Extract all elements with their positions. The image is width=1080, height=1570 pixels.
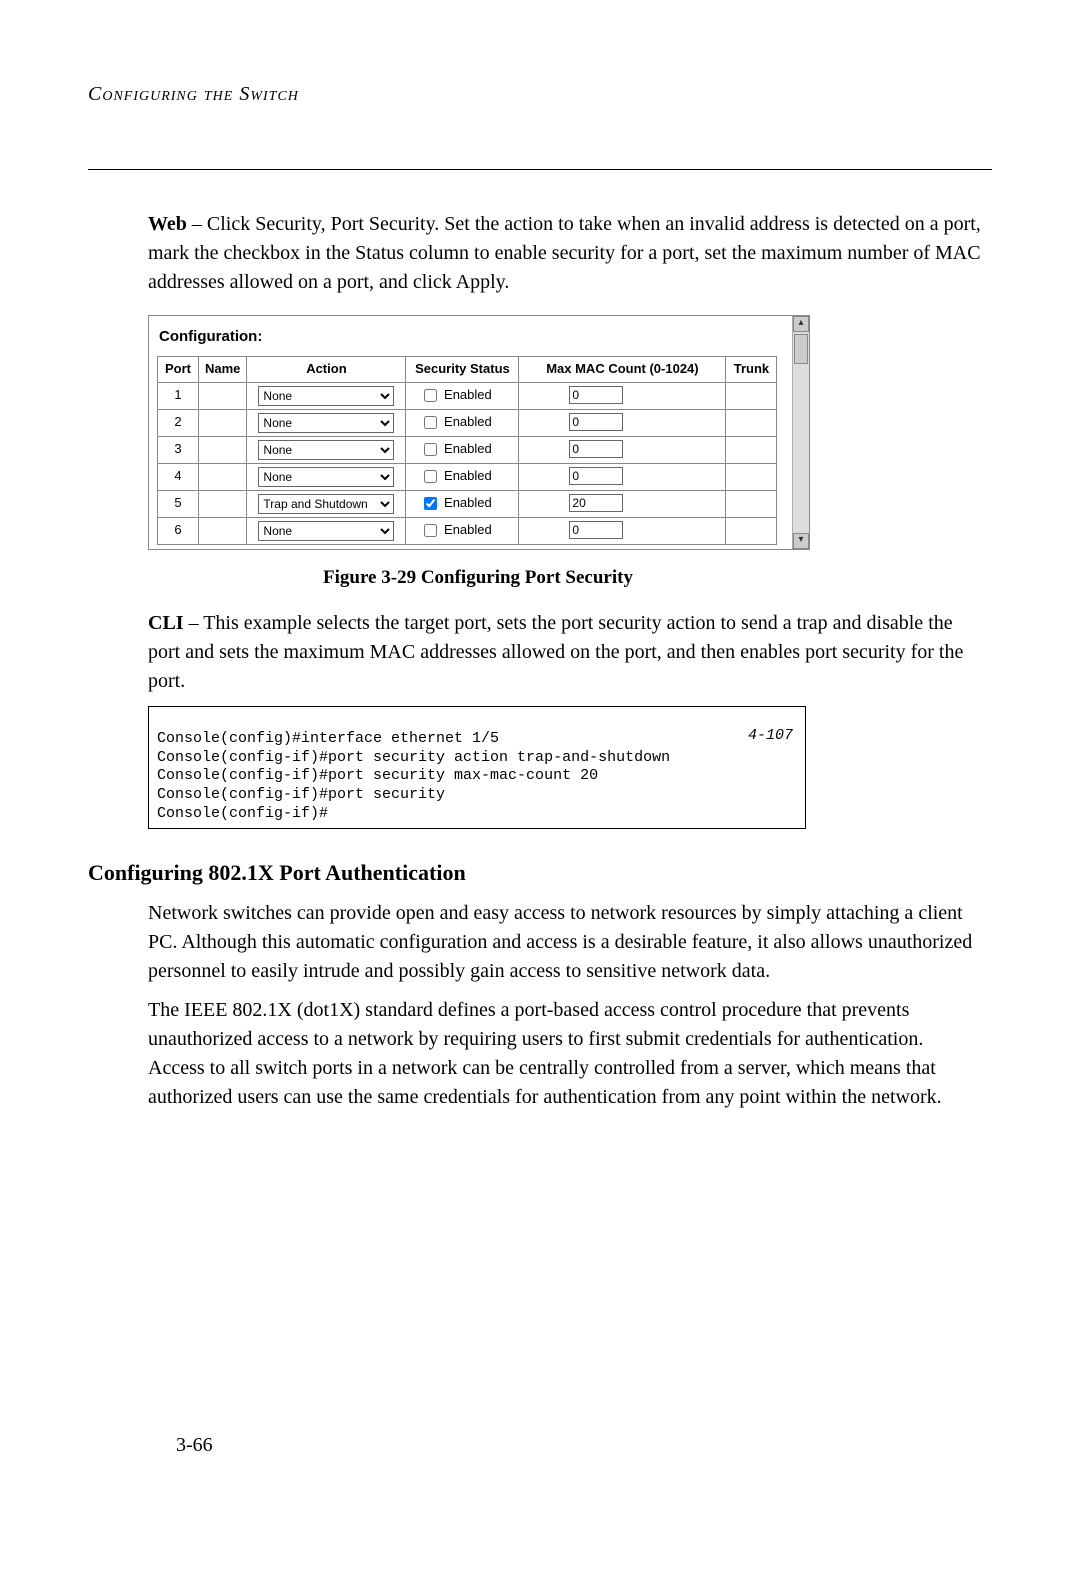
table-header-row: Port Name Action Security Status Max MAC… [158, 356, 777, 382]
section-body-p2: The IEEE 802.1X (dot1X) standard defines… [148, 996, 982, 1112]
max-cell [519, 463, 726, 490]
scroll-up-button[interactable]: ▴ [793, 316, 809, 332]
port-cell: 2 [158, 409, 199, 436]
action-cell: NoneTrapShutdownTrap and Shutdown [247, 490, 406, 517]
enabled-checkbox[interactable] [424, 443, 437, 456]
max-mac-input[interactable] [569, 386, 623, 404]
table-row: 5 NoneTrapShutdownTrap and Shutdown Enabl… [158, 490, 777, 517]
max-cell [519, 436, 726, 463]
port-cell: 6 [158, 517, 199, 544]
header-rule [88, 169, 992, 170]
cli-page-ref: 4-107 [748, 727, 793, 746]
figure-caption: Figure 3-29 Configuring Port Security [148, 564, 808, 592]
page-number: 3-66 [176, 1431, 213, 1460]
enabled-checkbox[interactable] [424, 470, 437, 483]
trunk-cell [726, 490, 777, 517]
name-cell [199, 517, 247, 544]
status-cell: Enabled [406, 463, 519, 490]
table-row: 6 NoneTrapShutdownTrap and Shutdown Enabl… [158, 517, 777, 544]
enabled-label: Enabled [440, 387, 491, 402]
enabled-checkbox[interactable] [424, 497, 437, 510]
enabled-checkbox[interactable] [424, 524, 437, 537]
col-max: Max MAC Count (0-1024) [519, 356, 726, 382]
action-cell: NoneTrapShutdownTrap and Shutdown [247, 382, 406, 409]
running-head: Configuring the Switch [88, 80, 992, 109]
max-cell [519, 382, 726, 409]
name-cell [199, 463, 247, 490]
panel-title: Configuration: [149, 316, 809, 356]
port-security-figure: Configuration: Port Name Action Security… [148, 315, 992, 550]
section-heading: Configuring 802.1X Port Authentication [88, 857, 992, 889]
max-cell [519, 490, 726, 517]
port-cell: 4 [158, 463, 199, 490]
action-cell: NoneTrapShutdownTrap and Shutdown [247, 517, 406, 544]
name-cell [199, 409, 247, 436]
action-select[interactable]: NoneTrapShutdownTrap and Shutdown [258, 521, 394, 541]
status-cell: Enabled [406, 382, 519, 409]
enabled-label: Enabled [440, 414, 491, 429]
max-mac-input[interactable] [569, 413, 623, 431]
configuration-panel: Configuration: Port Name Action Security… [148, 315, 810, 550]
status-cell: Enabled [406, 409, 519, 436]
action-select[interactable]: NoneTrapShutdownTrap and Shutdown [258, 440, 394, 460]
name-cell [199, 382, 247, 409]
col-port: Port [158, 356, 199, 382]
max-mac-input[interactable] [569, 467, 623, 485]
web-lead: Web [148, 213, 187, 235]
action-select[interactable]: NoneTrapShutdownTrap and Shutdown [258, 494, 394, 514]
cli-lead: CLI [148, 612, 184, 634]
enabled-label: Enabled [440, 441, 491, 456]
action-select[interactable]: NoneTrapShutdownTrap and Shutdown [258, 386, 394, 406]
status-cell: Enabled [406, 436, 519, 463]
max-cell [519, 517, 726, 544]
web-text: – Click Security, Port Security. Set the… [148, 213, 981, 293]
port-cell: 3 [158, 436, 199, 463]
name-cell [199, 436, 247, 463]
enabled-label: Enabled [440, 522, 491, 537]
cli-code-block: Console(config)#interface ethernet 1/5 C… [148, 706, 806, 829]
trunk-cell [726, 409, 777, 436]
enabled-checkbox[interactable] [424, 389, 437, 402]
action-select[interactable]: NoneTrapShutdownTrap and Shutdown [258, 467, 394, 487]
action-cell: NoneTrapShutdownTrap and Shutdown [247, 463, 406, 490]
col-name: Name [199, 356, 247, 382]
scroll-down-button[interactable]: ▾ [793, 533, 809, 549]
table-row: 4 NoneTrapShutdownTrap and Shutdown Enabl… [158, 463, 777, 490]
section-body: Network switches can provide open and ea… [148, 899, 982, 1112]
table-row: 2 NoneTrapShutdownTrap and Shutdown Enabl… [158, 409, 777, 436]
scroll-thumb[interactable] [794, 334, 808, 364]
cli-paragraph: CLI – This example selects the target po… [148, 609, 982, 696]
trunk-cell [726, 463, 777, 490]
enabled-label: Enabled [440, 495, 491, 510]
status-cell: Enabled [406, 517, 519, 544]
max-mac-input[interactable] [569, 494, 623, 512]
action-select[interactable]: NoneTrapShutdownTrap and Shutdown [258, 413, 394, 433]
port-cell: 1 [158, 382, 199, 409]
name-cell [199, 490, 247, 517]
enabled-label: Enabled [440, 468, 491, 483]
max-mac-input[interactable] [569, 440, 623, 458]
trunk-cell [726, 436, 777, 463]
vertical-scrollbar[interactable]: ▴ ▾ [792, 316, 809, 549]
trunk-cell [726, 382, 777, 409]
max-mac-input[interactable] [569, 521, 623, 539]
max-cell [519, 409, 726, 436]
action-cell: NoneTrapShutdownTrap and Shutdown [247, 409, 406, 436]
col-action: Action [247, 356, 406, 382]
enabled-checkbox[interactable] [424, 416, 437, 429]
status-cell: Enabled [406, 490, 519, 517]
table-row: 3 NoneTrapShutdownTrap and Shutdown Enabl… [158, 436, 777, 463]
col-status: Security Status [406, 356, 519, 382]
col-trunk: Trunk [726, 356, 777, 382]
section-body-p1: Network switches can provide open and ea… [148, 899, 982, 986]
cli-text: – This example selects the target port, … [148, 612, 963, 692]
web-paragraph: Web – Click Security, Port Security. Set… [148, 210, 982, 297]
port-security-table: Port Name Action Security Status Max MAC… [157, 356, 777, 545]
table-row: 1 NoneTrapShutdownTrap and Shutdown Enabl… [158, 382, 777, 409]
cli-lines: Console(config)#interface ethernet 1/5 C… [157, 730, 670, 822]
trunk-cell [726, 517, 777, 544]
port-cell: 5 [158, 490, 199, 517]
action-cell: NoneTrapShutdownTrap and Shutdown [247, 436, 406, 463]
